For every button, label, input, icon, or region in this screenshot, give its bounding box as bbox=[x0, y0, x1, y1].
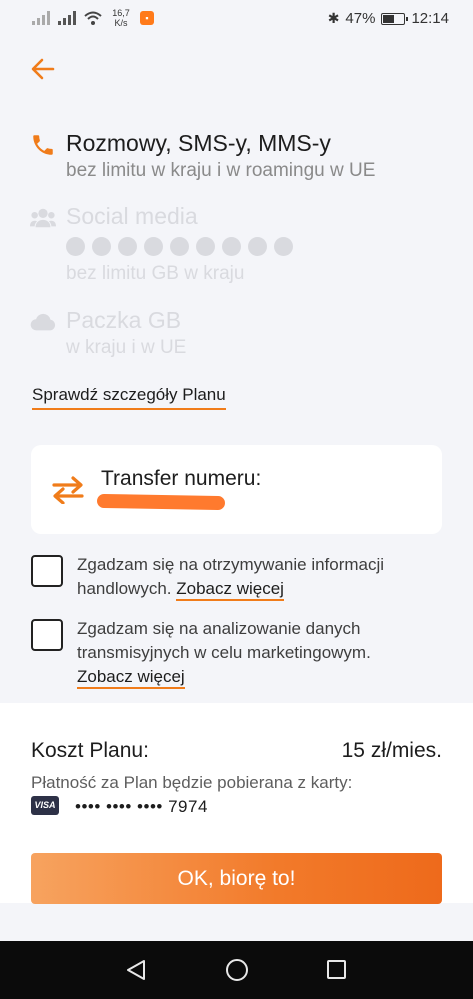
network-speed: 16,7 K/s bbox=[112, 8, 130, 28]
see-more-link[interactable]: Zobacz więcej bbox=[176, 579, 284, 601]
viber-icon bbox=[222, 237, 241, 256]
visa-card-icon: VISA bbox=[31, 796, 59, 815]
consent-text: Zgadzam się na analizowanie danych trans… bbox=[77, 617, 422, 689]
signal-icon bbox=[32, 11, 50, 25]
cloud-icon bbox=[30, 313, 56, 331]
card-number: •••• •••• •••• 7974 bbox=[75, 797, 208, 816]
feature-title: Paczka GB bbox=[66, 307, 182, 333]
consent-text: Zgadzam się na otrzymywanie informacji h… bbox=[77, 553, 422, 601]
status-bar: 16,7 K/s ▪ ✱ 47% 12:14 bbox=[0, 0, 473, 40]
nav-back-icon[interactable] bbox=[124, 959, 148, 981]
social-icons bbox=[66, 237, 293, 256]
battery-percent: 47% bbox=[345, 10, 376, 27]
app-notification-icon: ▪ bbox=[140, 11, 154, 25]
clock: 12:14 bbox=[411, 10, 449, 27]
payment-note: Płatność za Plan będzie pobierana z kart… bbox=[31, 773, 353, 792]
plan-cost-value: 15 zł/mies. bbox=[341, 739, 442, 762]
nav-recent-apps-icon[interactable] bbox=[327, 960, 346, 979]
pinterest-icon bbox=[196, 237, 215, 256]
see-more-link[interactable]: Zobacz więcej bbox=[77, 667, 185, 689]
wifi-icon bbox=[84, 11, 102, 25]
plan-details-link[interactable]: Sprawdź szczegóły Planu bbox=[32, 385, 226, 410]
back-arrow-icon[interactable] bbox=[28, 54, 58, 84]
transfer-arrows-icon bbox=[52, 476, 84, 504]
snapchat-icon bbox=[118, 237, 137, 256]
plan-summary-panel: Koszt Planu: 15 zł/mies. Płatność za Pla… bbox=[0, 703, 473, 904]
feature-subtitle: bez limitu w kraju i w roamingu w UE bbox=[66, 160, 376, 181]
confirm-button[interactable]: OK, biorę to! bbox=[31, 853, 442, 904]
instagram-icon bbox=[92, 237, 111, 256]
users-icon bbox=[30, 208, 56, 228]
nav-home-icon[interactable] bbox=[226, 959, 248, 981]
system-nav-bar bbox=[0, 941, 473, 999]
bluetooth-icon: ✱ bbox=[327, 10, 340, 26]
whatsapp-icon bbox=[248, 237, 267, 256]
plan-cost-label: Koszt Planu: bbox=[31, 739, 149, 762]
feature-title: Rozmowy, SMS-y, MMS-y bbox=[66, 130, 331, 156]
signal-icon bbox=[58, 11, 76, 25]
feature-subtitle: w kraju i w UE bbox=[66, 337, 187, 358]
consent-checkbox[interactable] bbox=[31, 619, 63, 651]
consent-checkbox[interactable] bbox=[31, 555, 63, 587]
messenger-icon bbox=[274, 237, 293, 256]
redacted-phone-number bbox=[96, 493, 226, 511]
transfer-label: Transfer numeru: bbox=[101, 467, 262, 490]
battery-icon bbox=[381, 12, 409, 25]
phone-icon bbox=[33, 135, 53, 155]
number-transfer-card[interactable]: Transfer numeru: bbox=[31, 445, 442, 534]
feature-title: Social media bbox=[66, 203, 198, 229]
feature-subtitle: bez limitu GB w kraju bbox=[66, 263, 245, 284]
facebook-icon bbox=[66, 237, 85, 256]
twitter-icon bbox=[170, 237, 189, 256]
consent-label: Zgadzam się na analizowanie danych trans… bbox=[77, 619, 371, 662]
tiktok-icon bbox=[144, 237, 163, 256]
